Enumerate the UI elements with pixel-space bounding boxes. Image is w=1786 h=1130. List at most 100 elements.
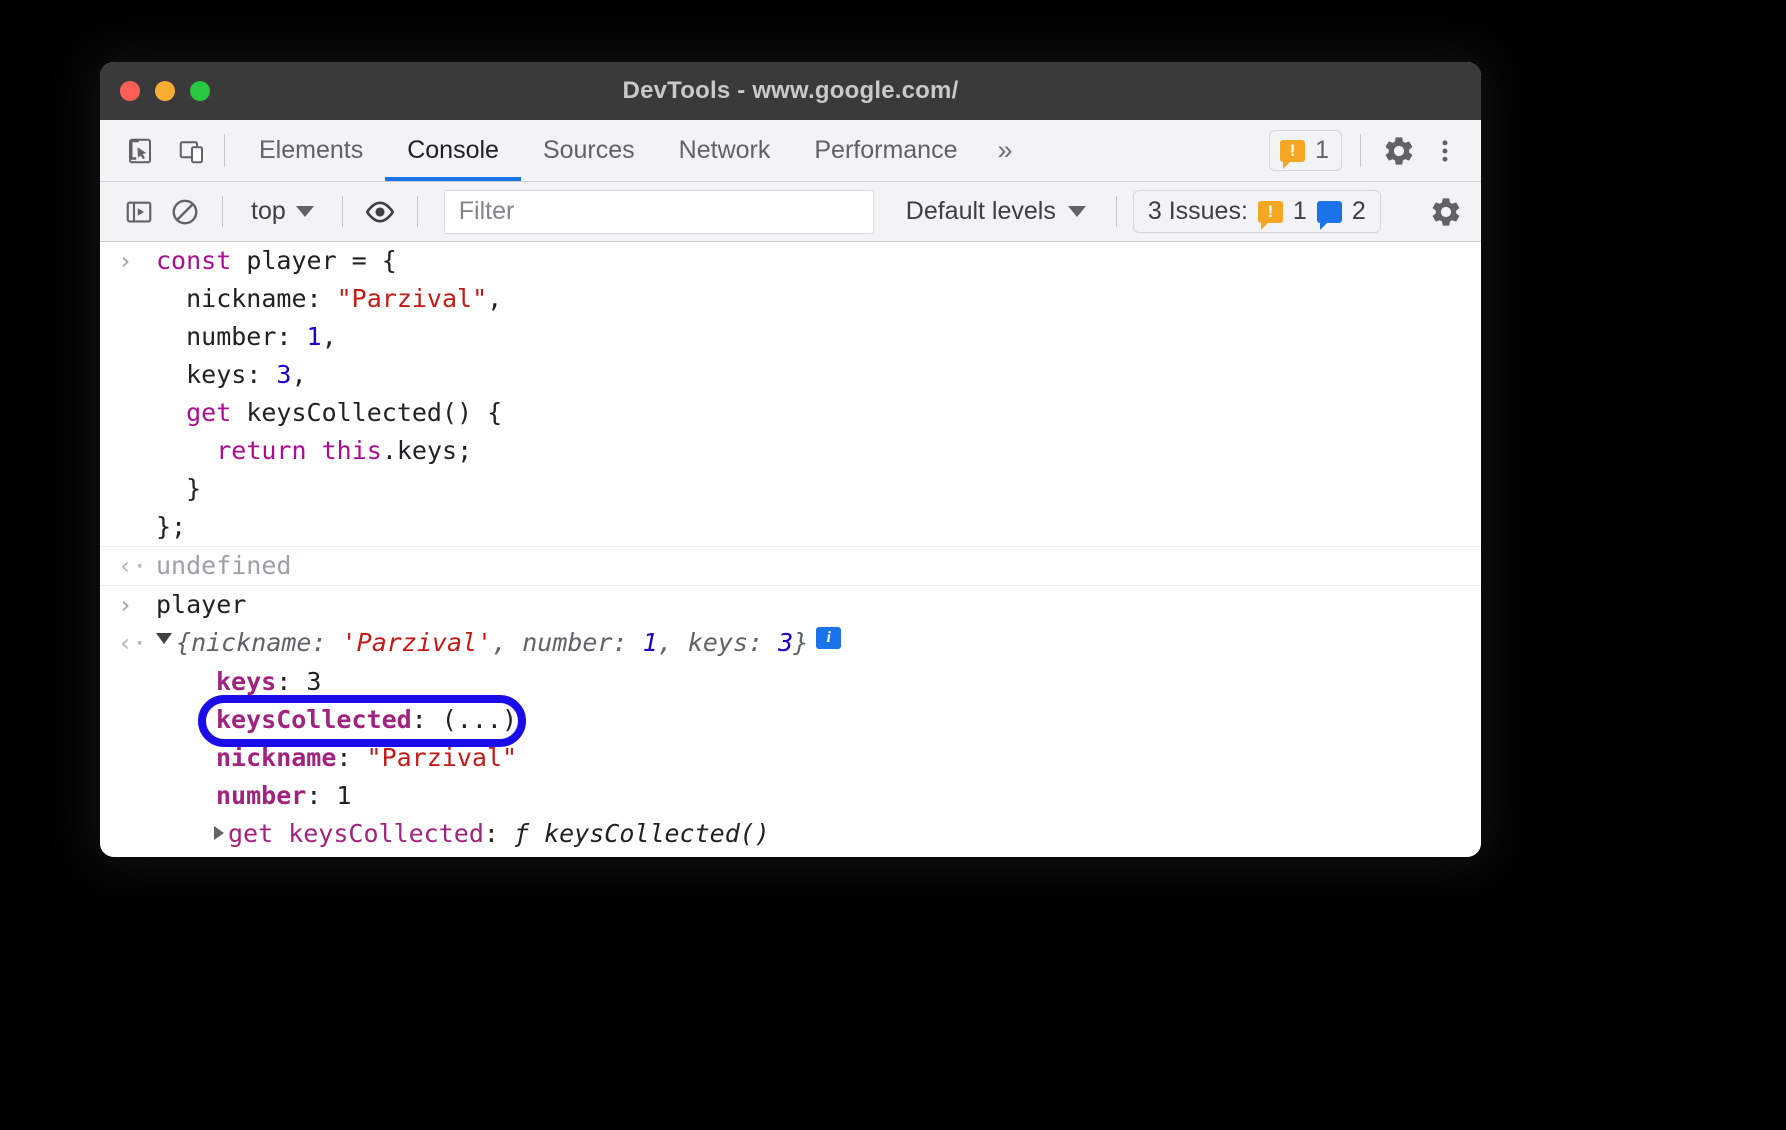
object-property-row[interactable]: [[Prototype]]: Object <box>156 853 1481 857</box>
property-name: get keysCollected <box>228 819 484 848</box>
tabbar-right-controls: ! 1 <box>1269 120 1481 181</box>
preview-token: : <box>311 628 341 657</box>
preview-token: : <box>613 628 643 657</box>
screen-root: DevTools - www.google.com/ <box>0 0 1786 1130</box>
info-bubble-icon <box>1317 201 1342 223</box>
preview-token: { <box>176 628 191 657</box>
tab-performance[interactable]: Performance <box>792 120 979 181</box>
warning-bubble-icon: ! <box>1258 201 1283 223</box>
output-value: undefined <box>156 547 1481 585</box>
execution-context-label: top <box>251 197 286 226</box>
code-token <box>156 436 216 465</box>
console-sidebar-toggle-icon[interactable] <box>118 191 160 233</box>
code-token: return <box>216 436 306 465</box>
issues-error-count: 1 <box>1293 197 1307 226</box>
tab-sources[interactable]: Sources <box>521 120 657 181</box>
code-token: number: <box>156 322 307 351</box>
devtools-window: DevTools - www.google.com/ <box>100 62 1481 857</box>
code-token: "Parzival" <box>337 284 488 313</box>
issues-badge[interactable]: 3 Issues: ! 1 2 <box>1133 190 1381 233</box>
tabbar-right-divider <box>1360 134 1361 167</box>
code-token: nickname: <box>156 284 337 313</box>
code-line: keys: 3, <box>156 356 1481 394</box>
code-token: .keys; <box>382 436 472 465</box>
code-token: player <box>156 590 246 619</box>
code-token: player = { <box>231 246 397 275</box>
clear-console-icon[interactable] <box>164 191 206 233</box>
console-toolbar: top Filter Default levels 3 Issues: <box>100 182 1481 242</box>
property-separator: : <box>412 705 442 734</box>
toolbar-divider-4 <box>1116 196 1117 227</box>
property-value: 1 <box>336 781 351 810</box>
panel-tabs: Elements Console Sources Network Perform… <box>237 120 1031 181</box>
console-entries: ›const player = { nickname: "Parzival", … <box>100 242 1481 857</box>
gear-icon[interactable] <box>1379 131 1419 171</box>
output-chevron-icon: ‹· <box>118 624 156 662</box>
devtools-tabbar: Elements Console Sources Network Perform… <box>100 120 1481 182</box>
toolbar-divider-2 <box>342 196 343 227</box>
code-line: }; <box>156 508 1481 546</box>
code-line: } <box>156 470 1481 508</box>
tab-performance-label: Performance <box>814 136 957 165</box>
object-property-row[interactable]: nickname: "Parzival" <box>156 739 1481 777</box>
code-token: keys: <box>156 360 276 389</box>
object-property-row[interactable]: keys: 3 <box>156 663 1481 701</box>
tab-network[interactable]: Network <box>657 120 793 181</box>
preview-token: , <box>658 628 688 657</box>
tab-network-label: Network <box>679 136 771 165</box>
info-bubble-icon[interactable]: i <box>816 622 841 660</box>
tab-elements[interactable]: Elements <box>237 120 385 181</box>
filter-placeholder: Filter <box>459 197 515 226</box>
preview-token: 1 <box>643 628 658 657</box>
object-property-row[interactable]: keysCollected: (...) <box>156 701 1481 739</box>
expand-triangle-icon[interactable] <box>156 633 172 651</box>
warning-symbol: ! <box>1280 141 1305 161</box>
object-property-row[interactable]: number: 1 <box>156 777 1481 815</box>
inspect-element-icon[interactable] <box>120 131 160 171</box>
property-separator: : <box>484 819 514 848</box>
overflow-menu-icon[interactable] <box>1425 131 1465 171</box>
live-expression-eye-icon[interactable] <box>359 191 401 233</box>
tab-console[interactable]: Console <box>385 120 521 181</box>
more-tabs-icon[interactable]: » <box>979 120 1030 181</box>
preview-token: nickname <box>191 628 311 657</box>
filter-input[interactable]: Filter <box>444 190 874 234</box>
code-token: , <box>291 360 306 389</box>
execution-context-selector[interactable]: top <box>239 197 326 226</box>
code-token: , <box>487 284 502 313</box>
code-line: const player = { <box>156 242 1481 280</box>
object-property-row[interactable]: get keysCollected: ƒ keysCollected() <box>156 815 1481 853</box>
issues-info-count: 2 <box>1352 197 1366 226</box>
more-tabs-label: » <box>997 135 1012 166</box>
object-tree[interactable]: {nickname: 'Parzival', number: 1, keys: … <box>156 624 1481 857</box>
expand-triangle-icon[interactable] <box>214 826 224 840</box>
code-token: } <box>156 474 201 503</box>
console-message-list[interactable]: ›const player = { nickname: "Parzival", … <box>100 242 1481 857</box>
console-output-message: ‹·undefined <box>100 546 1481 585</box>
property-name: nickname <box>216 743 336 772</box>
console-input-message: ›const player = { nickname: "Parzival", … <box>100 242 1481 546</box>
console-settings-gear-icon[interactable] <box>1425 191 1467 233</box>
property-value: "Parzival" <box>367 743 518 772</box>
device-toolbar-icon[interactable] <box>172 131 212 171</box>
preview-token: keys <box>688 628 748 657</box>
code-token: , <box>322 322 337 351</box>
code-token: this <box>322 436 382 465</box>
code-token <box>307 436 322 465</box>
chevron-down-icon <box>296 206 314 217</box>
tab-sources-label: Sources <box>543 136 635 165</box>
input-chevron-icon: › <box>118 586 156 624</box>
log-levels-selector[interactable]: Default levels <box>892 197 1100 226</box>
chevron-down-icon <box>1068 206 1086 217</box>
warning-count-badge[interactable]: ! 1 <box>1269 130 1342 171</box>
object-preview-text: {nickname: 'Parzival', number: 1, keys: … <box>176 628 808 657</box>
warning-bubble-icon: ! <box>1280 140 1305 162</box>
property-value: ƒ keysCollected() <box>514 819 770 848</box>
property-name: number <box>216 781 306 810</box>
output-chevron-icon: ‹· <box>118 547 156 585</box>
object-preview-row[interactable]: {nickname: 'Parzival', number: 1, keys: … <box>156 624 1481 663</box>
toolbar-divider-3 <box>417 196 418 227</box>
tabbar-divider <box>224 134 225 167</box>
preview-token: , <box>492 628 522 657</box>
console-input-message: ›player <box>100 585 1481 624</box>
